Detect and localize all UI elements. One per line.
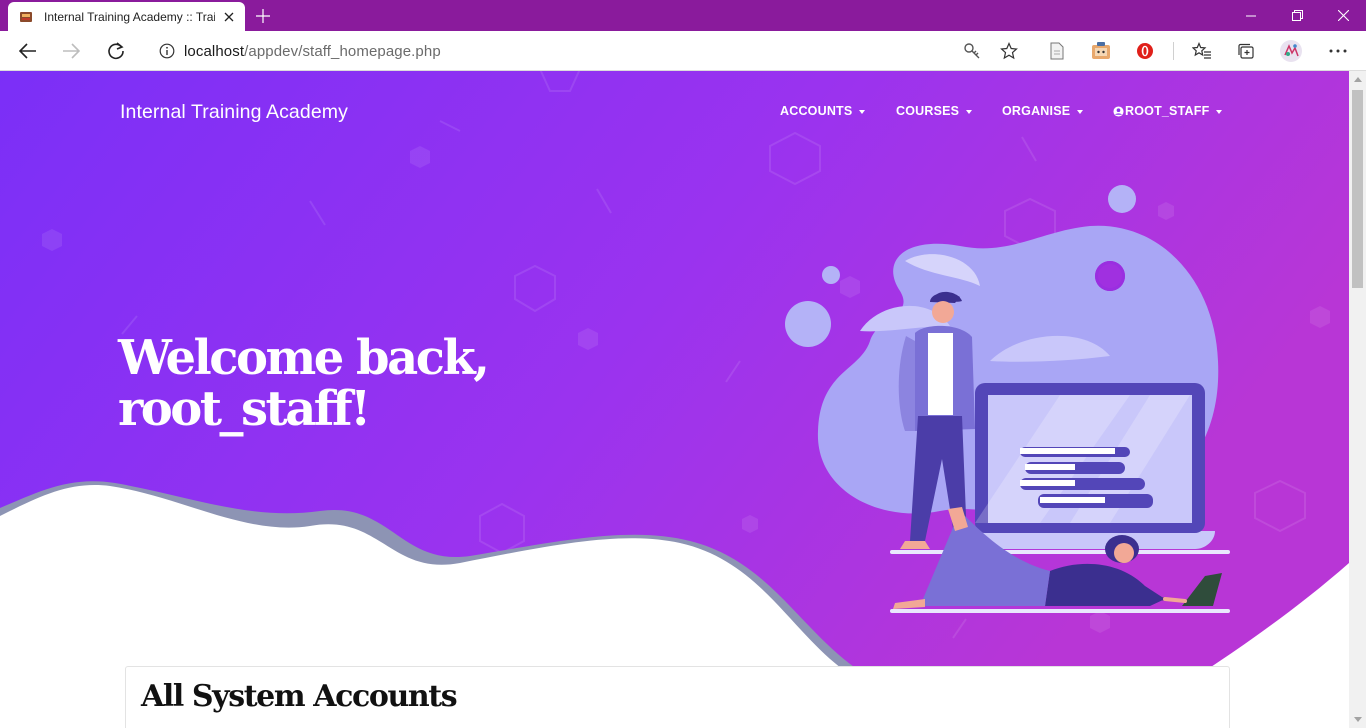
reading-icon[interactable] <box>1045 40 1069 62</box>
welcome-line-1: Welcome back, <box>118 330 490 386</box>
welcome-heading: Welcome back, root_staff! <box>118 330 490 437</box>
menu-accounts[interactable]: ACCOUNTS <box>780 104 866 118</box>
welcome-line-2: root_staff! <box>118 381 371 437</box>
address-bar[interactable]: localhost/appdev/staff_homepage.php <box>144 35 1029 67</box>
close-icon[interactable] <box>221 9 237 25</box>
menu-user[interactable]: ROOT_STAFF <box>1113 104 1223 118</box>
accounts-card: All System Accounts <box>125 666 1230 728</box>
browser-tab[interactable]: Internal Training Academy :: Training <box>8 2 245 31</box>
caret-down-icon <box>1216 109 1223 114</box>
opera-icon[interactable] <box>1133 40 1157 62</box>
menu-organise[interactable]: ORGANISE <box>1002 104 1084 118</box>
star-icon[interactable] <box>998 40 1020 62</box>
page-scrollbar[interactable] <box>1349 71 1366 728</box>
collections-icon[interactable] <box>1234 40 1258 62</box>
menu-courses[interactable]: COURSES <box>896 104 973 118</box>
more-icon[interactable] <box>1326 40 1350 62</box>
caret-down-icon <box>966 109 973 114</box>
url-text: localhost/appdev/staff_homepage.php <box>184 43 441 60</box>
scroll-thumb[interactable] <box>1352 90 1363 288</box>
menu-courses-label: COURSES <box>896 104 960 118</box>
browser-toolbar: localhost/appdev/staff_homepage.php <box>0 31 1366 71</box>
caret-down-icon <box>1077 109 1084 114</box>
url-path: /appdev/staff_homepage.php <box>244 42 441 60</box>
scroll-up-icon[interactable] <box>1349 71 1366 88</box>
back-icon[interactable] <box>14 37 42 65</box>
menu-user-label: ROOT_STAFF <box>1125 104 1210 118</box>
plus-icon[interactable] <box>252 5 274 27</box>
browser-titlebar: Internal Training Academy :: Training <box>0 0 1366 31</box>
caret-down-icon <box>859 109 866 114</box>
window-close-icon[interactable] <box>1320 0 1366 31</box>
key-icon[interactable] <box>961 40 983 62</box>
info-icon[interactable] <box>150 35 184 67</box>
url-host: localhost <box>184 42 245 60</box>
menu-accounts-label: ACCOUNTS <box>780 104 853 118</box>
page-viewport: Internal Training Academy ACCOUNTS COURS… <box>0 71 1349 728</box>
tab-title: Internal Training Academy :: Training <box>44 9 215 24</box>
extension-icon[interactable] <box>1089 40 1113 62</box>
minimize-icon[interactable] <box>1228 0 1274 31</box>
favicon-icon <box>20 11 32 22</box>
toolbar-separator <box>1173 42 1174 60</box>
user-circle-icon <box>1113 105 1124 117</box>
favorites-icon[interactable] <box>1190 40 1214 62</box>
refresh-icon[interactable] <box>102 37 130 65</box>
section-title: All System Accounts <box>141 679 458 714</box>
site-brand[interactable]: Internal Training Academy <box>120 101 348 124</box>
forward-icon[interactable] <box>57 37 85 65</box>
scroll-down-icon[interactable] <box>1349 711 1366 728</box>
profile-icon[interactable] <box>1279 40 1303 62</box>
menu-organise-label: ORGANISE <box>1002 104 1071 118</box>
restore-icon[interactable] <box>1274 0 1320 31</box>
